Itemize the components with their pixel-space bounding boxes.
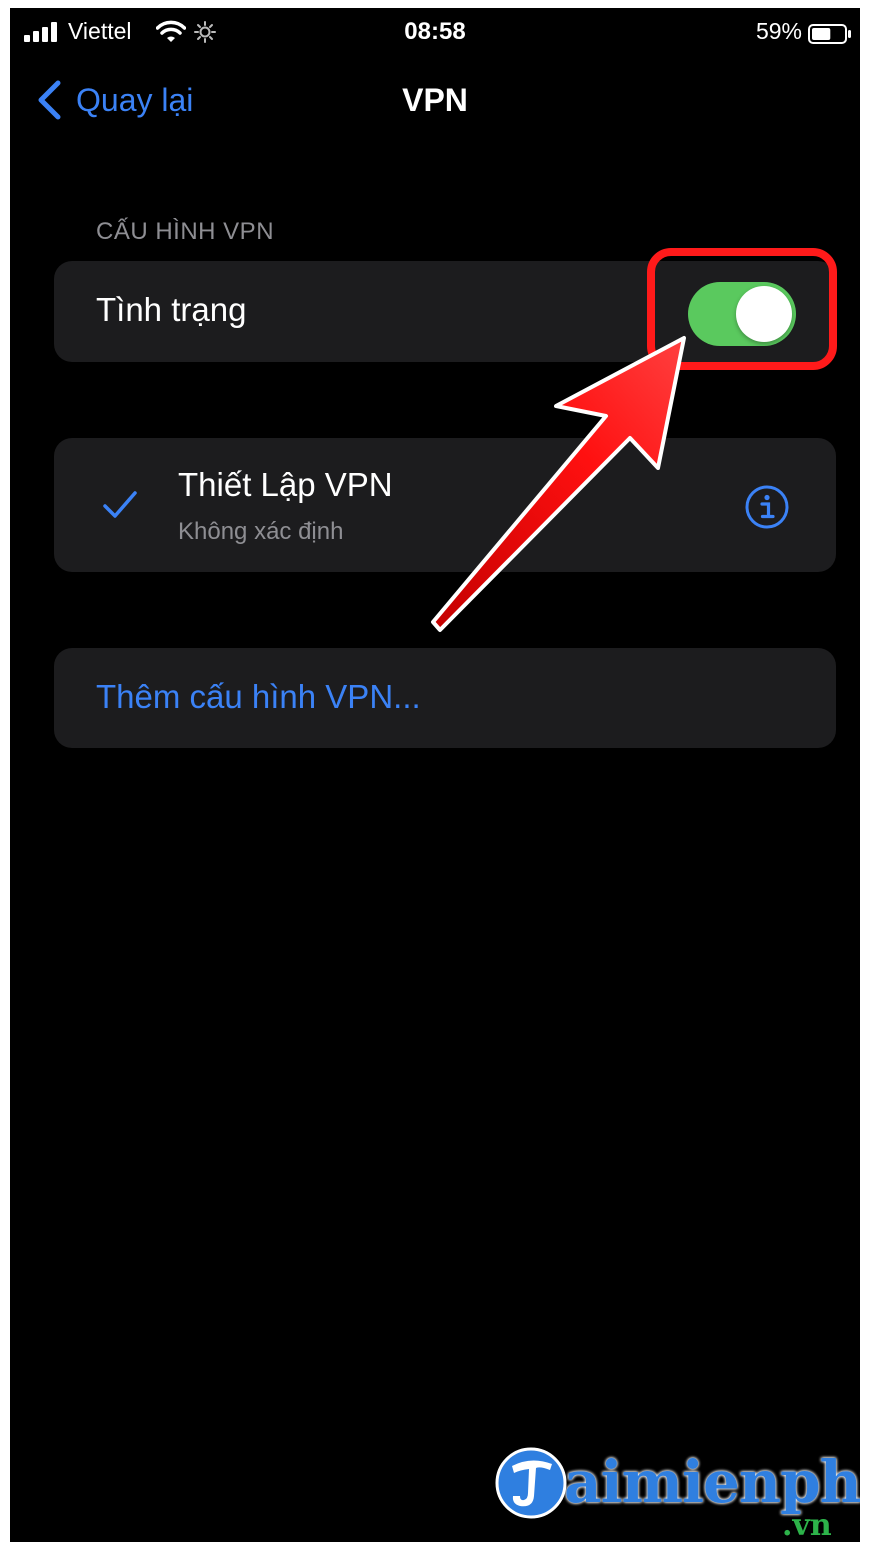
watermark-suffix: .vn [782,1508,832,1542]
phone-screen: Viettel 08:58 59% Quay lại VPN CẤU HÌNH … [10,8,860,1542]
add-vpn-config-button[interactable]: Thêm cấu hình VPN... [54,648,836,748]
clock: 08:58 [404,18,466,45]
watermark-text: aimienphi [564,1448,860,1516]
checkmark-icon [103,491,137,518]
taimienphi-logo-icon [495,1447,567,1519]
page-title: VPN [402,82,468,118]
watermark-logo: aimienphi .vn [494,1446,860,1542]
vpn-config-status: Không xác định [178,518,344,545]
battery-icon [808,24,851,44]
section-header: CẤU HÌNH VPN [96,218,275,245]
status-bar: Viettel 08:58 59% [10,8,860,58]
battery-percent: 59% [755,18,802,44]
add-vpn-config-label: Thêm cấu hình VPN... [96,678,421,715]
vpn-config-row[interactable]: Thiết Lập VPN Không xác định [54,438,836,572]
info-icon[interactable] [744,484,790,530]
vpn-config-name: Thiết Lập VPN [178,466,393,503]
annotation-highlight-box [647,248,837,370]
vpn-status-label: Tình trạng [96,291,247,328]
